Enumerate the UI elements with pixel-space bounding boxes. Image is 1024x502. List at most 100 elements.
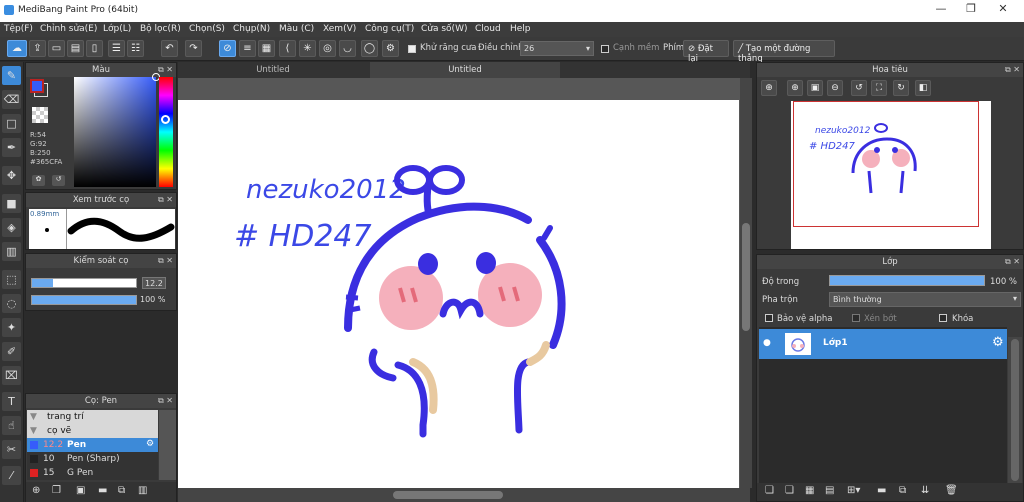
delete-icon[interactable]: ▥ xyxy=(138,485,147,496)
palette-icon[interactable]: ✿ xyxy=(32,175,45,186)
blend-mode-dropdown[interactable]: Bình thường ▾ xyxy=(829,292,1021,307)
menu-layer[interactable]: Lớp(L) xyxy=(103,24,131,34)
cloud-icon[interactable]: ☁ xyxy=(7,40,27,57)
zoom-out-icon[interactable]: ⊖ xyxy=(827,80,843,96)
color-history-icon[interactable]: ↺ xyxy=(52,175,65,186)
canvas-area[interactable]: nezuko2012 # HD247 xyxy=(178,78,750,488)
menu-edit[interactable]: Chỉnh sửa(E) xyxy=(40,24,97,34)
menu-capture[interactable]: Chụp(N) xyxy=(233,24,270,34)
radial-snap-icon[interactable]: ✳ xyxy=(299,40,316,57)
operation-tool-icon[interactable]: ☝ xyxy=(2,416,21,435)
rotate-right-icon[interactable]: ↻ xyxy=(893,80,909,96)
fit-icon[interactable]: ▣ xyxy=(807,80,823,96)
add-layer-menu-icon[interactable]: ⊞▾ xyxy=(847,485,860,496)
layer-row[interactable]: ● Lớp1 ⚙ xyxy=(759,329,1007,359)
menu-filter[interactable]: Bộ lọc(R) xyxy=(140,24,181,34)
viewport-rect[interactable] xyxy=(793,101,979,227)
halftone-layer-icon[interactable]: ▦ xyxy=(805,485,814,496)
export-icon[interactable]: ⇪ xyxy=(29,40,46,57)
undo-icon[interactable]: ↶ xyxy=(161,40,178,57)
image-layer-icon[interactable]: ▤ xyxy=(825,485,834,496)
chat-icon[interactable]: ▤ xyxy=(67,40,84,57)
grid-snap-icon[interactable]: ▦ xyxy=(258,40,275,57)
folder-icon[interactable]: ▬ xyxy=(877,485,886,496)
redo-icon[interactable]: ↷ xyxy=(185,40,202,57)
flip-icon[interactable]: ◧ xyxy=(915,80,931,96)
select-pen-icon[interactable]: ✐ xyxy=(2,342,21,361)
saturation-value-picker[interactable] xyxy=(74,73,160,187)
hue-handle[interactable] xyxy=(161,115,170,124)
brush-item-pen[interactable]: 12.2 Pen ⚙ xyxy=(27,438,158,452)
snap-off-icon[interactable]: ⊘ xyxy=(219,40,236,57)
panel-controls-icon[interactable]: ⧉ ✕ xyxy=(158,254,173,268)
move-tool-icon[interactable]: ✥ xyxy=(2,166,21,185)
menu-color[interactable]: Màu (C) xyxy=(279,24,314,34)
close-button[interactable]: ✕ xyxy=(988,2,1018,18)
protect-alpha-checkbox[interactable] xyxy=(765,314,773,322)
add-brush-icon[interactable]: ⊕ xyxy=(32,485,40,496)
list-icon[interactable]: ☰ xyxy=(108,40,125,57)
folder-icon[interactable]: ▬ xyxy=(98,485,107,496)
gradient-tool-icon[interactable]: ▥ xyxy=(2,242,21,261)
scroll-thumb[interactable] xyxy=(1011,339,1019,481)
adjust-dropdown[interactable]: 26 ▾ xyxy=(520,41,594,56)
panel-controls-icon[interactable]: ⧉ ✕ xyxy=(158,193,173,207)
comment-icon[interactable]: ▭ xyxy=(48,40,65,57)
brush-group[interactable]: ▼ trang trí xyxy=(27,410,158,424)
panel-controls-icon[interactable]: ⧉ ✕ xyxy=(1005,63,1020,77)
menu-view[interactable]: Xem(V) xyxy=(323,24,356,34)
merge-icon[interactable]: ⇊ xyxy=(921,485,929,496)
zoom-in-alt-icon[interactable]: ⊕ xyxy=(787,80,803,96)
magic-wand-icon[interactable]: ✦ xyxy=(2,318,21,337)
layer-list-scrollbar[interactable] xyxy=(1008,337,1022,485)
hue-slider[interactable] xyxy=(159,77,173,187)
menu-file[interactable]: Tệp(F) xyxy=(4,24,33,34)
menu-help[interactable]: Help xyxy=(510,24,531,34)
fullscreen-icon[interactable]: ⛶ xyxy=(871,80,887,96)
panel-controls-icon[interactable]: ⧉ ✕ xyxy=(158,394,173,408)
brush-group[interactable]: ▼ cọ vẽ xyxy=(27,424,158,438)
canvas-vertical-scrollbar[interactable] xyxy=(740,78,752,488)
eyedropper-icon[interactable]: ⁄ xyxy=(2,466,21,485)
layer-opacity-slider[interactable] xyxy=(829,275,985,286)
menu-window[interactable]: Cửa số(W) xyxy=(421,24,467,34)
soft-edge-checkbox[interactable] xyxy=(601,45,609,53)
copy-brush-icon[interactable]: ❐ xyxy=(52,485,61,496)
lock-checkbox[interactable] xyxy=(939,314,947,322)
divide-tool-icon[interactable]: ✂ xyxy=(2,440,21,459)
trash-icon[interactable]: 🗑 xyxy=(945,485,958,496)
eraser-tool-icon[interactable]: ⌫ xyxy=(2,90,21,109)
menu-tools[interactable]: Công cụ(T) xyxy=(365,24,414,34)
panel-controls-icon[interactable]: ⧉ ✕ xyxy=(158,63,173,77)
rectangle-tool-icon[interactable]: □ xyxy=(2,114,21,133)
cloud-brush-icon[interactable]: ▣ xyxy=(76,485,85,496)
minimize-button[interactable]: — xyxy=(926,2,956,18)
brush-tool-icon[interactable]: ✎ xyxy=(2,66,21,85)
concentric-snap-icon[interactable]: ◎ xyxy=(319,40,336,57)
bucket-tool-icon[interactable]: ◈ xyxy=(2,218,21,237)
pen-tool-icon[interactable]: ✒ xyxy=(2,138,21,157)
select-rect-icon[interactable]: ⬚ xyxy=(2,270,21,289)
parallel-snap-icon[interactable]: ≡ xyxy=(239,40,256,57)
duplicate-icon[interactable]: ⧉ xyxy=(899,485,906,496)
canvas-horizontal-scrollbar[interactable] xyxy=(178,488,750,502)
menu-cloud[interactable]: Cloud xyxy=(475,24,501,34)
transparent-swatch[interactable] xyxy=(32,107,48,123)
gear-icon[interactable]: ⚙ xyxy=(146,439,154,449)
document-icon[interactable]: ▯ xyxy=(86,40,103,57)
antialias-checkbox[interactable] xyxy=(408,45,416,53)
tab-untitled-2[interactable]: Untitled xyxy=(370,62,560,78)
gear-icon[interactable]: ⚙ xyxy=(992,335,1004,350)
new-layer-alt-icon[interactable]: ❏ xyxy=(785,485,794,496)
visibility-icon[interactable]: ● xyxy=(763,338,771,348)
select-eraser-icon[interactable]: ⌧ xyxy=(2,366,21,385)
settings-icon[interactable]: ⚙ xyxy=(382,40,399,57)
straight-line-button[interactable]: ╱ Tạo một đường thẳng xyxy=(733,40,835,64)
lasso-icon[interactable]: ◌ xyxy=(2,294,21,313)
curve-snap-icon[interactable]: ◡ xyxy=(339,40,356,57)
duplicate-icon[interactable]: ⧉ xyxy=(118,485,125,496)
zoom-in-icon[interactable]: ⊕ xyxy=(761,80,777,96)
brush-size-value[interactable]: 12.2 xyxy=(142,277,166,289)
panel-controls-icon[interactable]: ⧉ ✕ xyxy=(1005,255,1020,269)
menu-select[interactable]: Chọn(S) xyxy=(189,24,225,34)
